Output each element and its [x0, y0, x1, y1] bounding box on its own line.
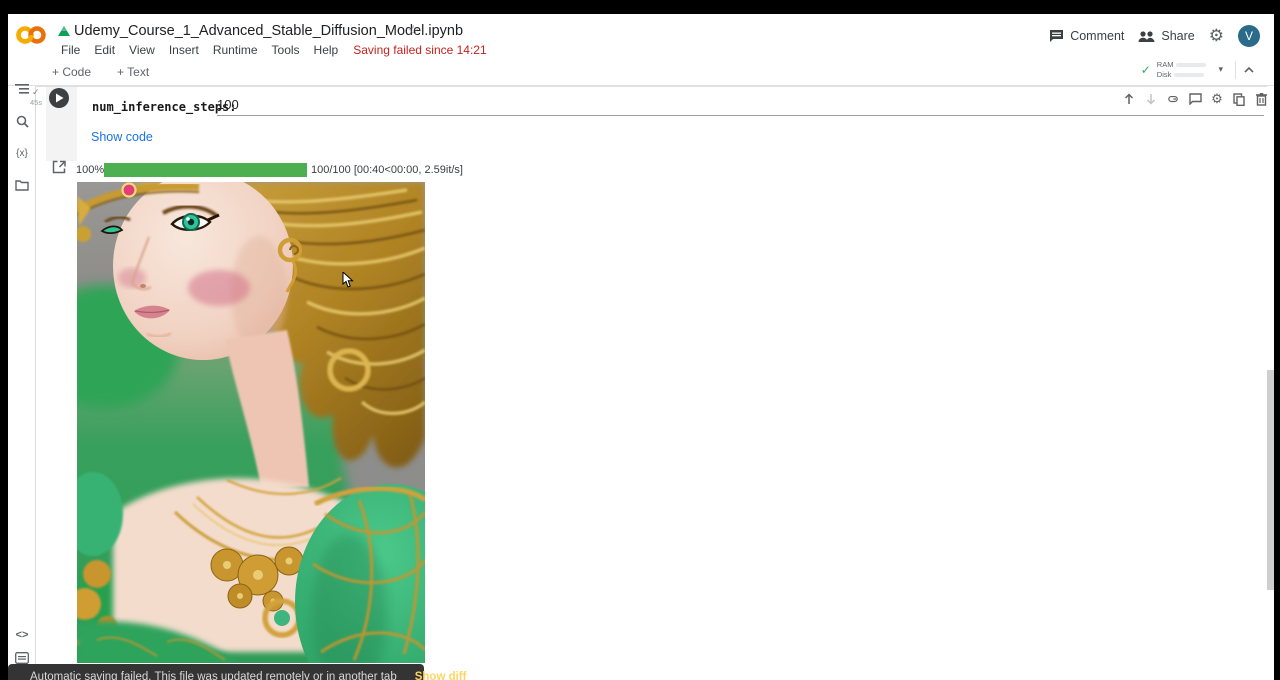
avatar[interactable]: V [1238, 25, 1260, 47]
settings-gear-icon[interactable]: ⚙ [1209, 26, 1224, 46]
saving-status[interactable]: Saving failed since 14:21 [345, 43, 486, 57]
progress-bar [104, 163, 307, 177]
comment-button[interactable]: Comment [1049, 29, 1124, 43]
ram-label: RAM [1157, 60, 1174, 69]
mouse-cursor [342, 272, 354, 288]
exec-time: 45s [30, 98, 42, 107]
cell-output-icon[interactable] [52, 160, 67, 174]
disk-gauge [1174, 73, 1204, 77]
comment-label: Comment [1070, 29, 1124, 43]
menu-insert[interactable]: Insert [162, 43, 206, 57]
ram-gauge [1176, 63, 1206, 67]
files-icon[interactable] [8, 175, 36, 195]
resources-dropdown-caret-icon[interactable]: ▾ [1212, 64, 1229, 75]
toolbar-divider [1235, 61, 1236, 79]
menu-help[interactable]: Help [307, 43, 346, 57]
generated-image [77, 182, 425, 663]
colab-logo[interactable] [16, 23, 46, 47]
share-button[interactable]: Share [1138, 29, 1194, 43]
add-text-button[interactable]: + Text [109, 62, 157, 82]
cell-top-border [36, 86, 1267, 87]
progress-stats: 100/100 [00:40<00:00, 2.59it/s] [311, 164, 463, 176]
share-label: Share [1161, 29, 1194, 43]
play-icon [55, 93, 64, 103]
menu-runtime[interactable]: Runtime [206, 43, 265, 57]
menu-edit[interactable]: Edit [87, 43, 122, 57]
notebook-toolbar: + Code + Text ✓ RAM Disk ▾ [8, 58, 1274, 86]
screen: Udemy_Course_1_Advanced_Stable_Diffusion… [0, 0, 1280, 680]
titlebar: Udemy_Course_1_Advanced_Stable_Diffusion… [8, 14, 1274, 58]
menu-file[interactable]: File [54, 43, 87, 57]
param-value-input[interactable] [217, 97, 1264, 116]
toolbar-right: ✓ RAM Disk ▾ [1141, 60, 1256, 80]
show-diff-link[interactable]: Show diff [415, 671, 467, 680]
menu-tools[interactable]: Tools [265, 43, 307, 57]
share-people-icon [1138, 30, 1155, 43]
toolbar-left: + Code + Text [44, 62, 157, 82]
show-code-link[interactable]: Show code [91, 130, 153, 144]
vertical-scrollbar[interactable] [1267, 370, 1274, 590]
code-snippets-icon[interactable]: <> [8, 625, 36, 645]
resource-monitor[interactable]: RAM Disk [1157, 60, 1207, 80]
variables-icon[interactable]: {x} [8, 143, 36, 163]
star-icon[interactable]: ☆ [407, 22, 420, 39]
param-label: num_inference_steps: [92, 100, 237, 114]
toast-message: Automatic saving failed. This file was u… [30, 671, 397, 680]
menu-view[interactable]: View [122, 43, 162, 57]
save-failed-toast: Automatic saving failed. This file was u… [8, 664, 424, 680]
progress-percent: 100% [76, 164, 104, 176]
exec-check-icon: ✓ [32, 87, 40, 98]
connected-check-icon: ✓ [1141, 63, 1151, 77]
header-actions: Comment Share ⚙ V [1049, 25, 1260, 47]
add-code-button[interactable]: + Code [44, 62, 99, 82]
search-icon[interactable] [8, 111, 36, 131]
colab-app: Udemy_Course_1_Advanced_Stable_Diffusion… [8, 14, 1274, 680]
comment-icon [1049, 29, 1064, 43]
disk-label: Disk [1157, 70, 1172, 79]
notebook-title[interactable]: Udemy_Course_1_Advanced_Stable_Diffusion… [74, 23, 463, 39]
run-cell-button[interactable] [49, 88, 69, 108]
drive-file-icon [57, 25, 71, 39]
collapse-header-chevron-icon[interactable] [1242, 63, 1256, 77]
menubar: File Edit View Insert Runtime Tools Help… [54, 42, 487, 58]
